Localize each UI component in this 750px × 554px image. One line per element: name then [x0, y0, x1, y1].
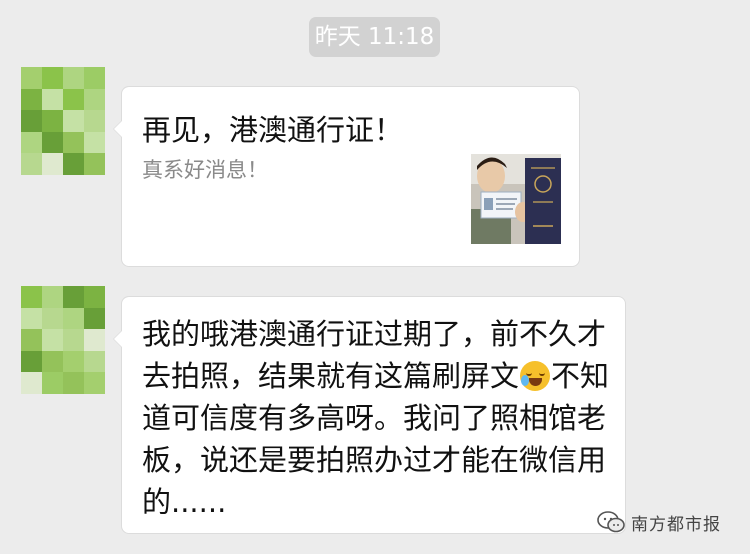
- wechat-official-account-icon: [597, 511, 625, 533]
- crying-laughing-emoji-icon: [520, 361, 551, 391]
- message-text: 我的哦港澳通行证过期了，前不久才去拍照，结果就有这篇刷屏文 不知道可信度有多高呀。…: [142, 313, 612, 523]
- watermark-text: 南方都市报: [631, 514, 721, 535]
- passport-thumbnail-image: [471, 154, 561, 244]
- avatar[interactable]: [21, 67, 105, 175]
- avatar[interactable]: [21, 286, 105, 394]
- text-message[interactable]: 我的哦港澳通行证过期了，前不久才去拍照，结果就有这篇刷屏文 不知道可信度有多高呀。…: [113, 296, 626, 534]
- chat-timestamp: 昨天 11:18: [309, 17, 440, 57]
- link-card-title: 再见，港澳通行证！: [142, 113, 404, 147]
- source-watermark: 南方都市报: [597, 508, 721, 536]
- link-card-description: 真系好消息！: [142, 158, 268, 182]
- link-card-message[interactable]: 再见，港澳通行证！ 真系好消息！: [113, 86, 580, 267]
